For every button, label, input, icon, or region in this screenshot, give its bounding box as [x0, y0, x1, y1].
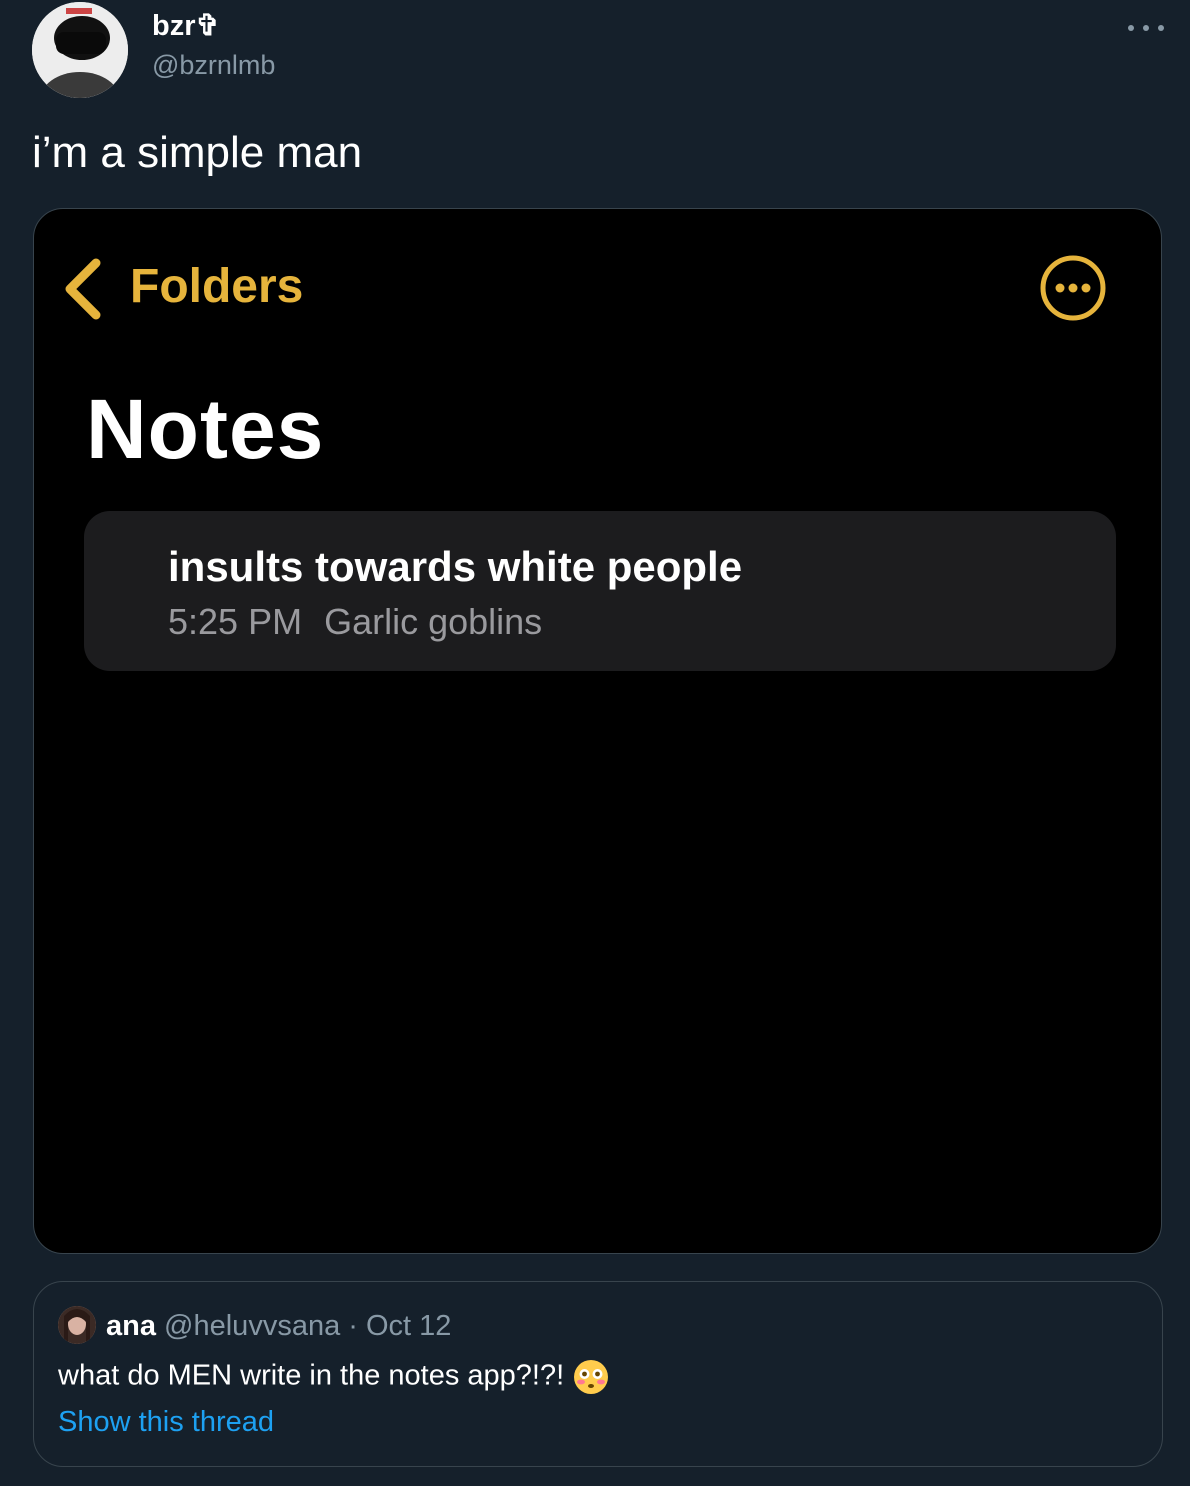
quote-text-row: what do MEN write in the notes app?!?! [58, 1358, 610, 1396]
note-list-item: insults towards white people 5:25 PM Garl… [84, 511, 1116, 671]
flushed-face-emoji-icon [574, 1360, 609, 1394]
note-title: insults towards white people [168, 543, 743, 590]
quote-author-name: ana [106, 1310, 156, 1342]
author-display-name[interactable]: bzr✞ [152, 8, 220, 43]
quote-text: what do MEN write in the notes app?!?! [58, 1359, 565, 1392]
ellipsis-circle-icon [1040, 255, 1106, 321]
chevron-left-icon [65, 258, 101, 320]
quote-header: ana @heluvvsana · Oct 12 [106, 1310, 451, 1343]
more-options-icon[interactable] [1126, 16, 1166, 40]
author-avatar[interactable] [32, 2, 128, 98]
note-preview: Garlic goblins [324, 601, 543, 642]
note-time: 5:25 PM [168, 601, 303, 642]
tweet-text: i’m a simple man [32, 128, 363, 177]
quote-separator: · [348, 1310, 358, 1342]
author-handle[interactable]: @bzrnlmb [152, 50, 275, 81]
folders-back-label: Folders [130, 260, 304, 313]
show-thread-link[interactable]: Show this thread [58, 1406, 274, 1439]
notes-title: Notes [86, 382, 325, 476]
quoted-tweet[interactable]: ana @heluvvsana · Oct 12 what do MEN wri… [33, 1281, 1163, 1467]
note-meta: 5:25 PM Garlic goblins [168, 601, 542, 643]
quote-author-handle: @heluvvsana [164, 1310, 341, 1342]
quote-author-avatar [58, 1306, 96, 1344]
quote-date: Oct 12 [366, 1310, 452, 1342]
tweet-media-image[interactable]: Folders Notes insults towards white peop… [33, 208, 1162, 1254]
